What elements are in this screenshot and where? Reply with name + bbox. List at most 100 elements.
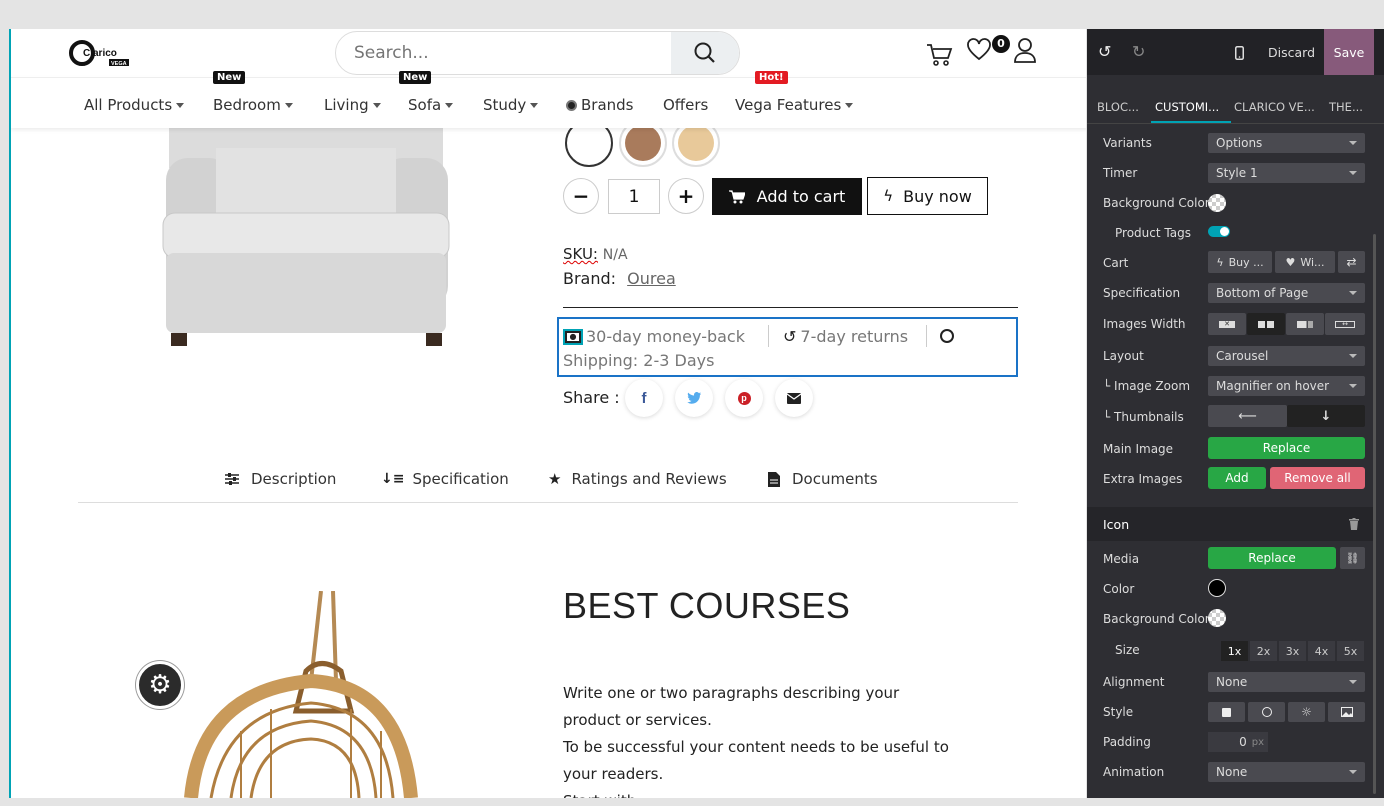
settings-floating-button[interactable]: ⚙: [136, 661, 184, 709]
layout-label: Layout: [1103, 349, 1144, 363]
size-label: Size: [1115, 643, 1140, 657]
thumbnails-left[interactable]: ⟵: [1208, 405, 1287, 427]
tab-documents[interactable]: Documents: [768, 470, 878, 488]
nav-sofa[interactable]: New Sofa: [399, 71, 454, 114]
save-button[interactable]: Save: [1324, 29, 1374, 75]
undo-icon[interactable]: ↺: [1098, 42, 1111, 61]
active-tab-indicator: [1151, 121, 1231, 123]
padding-value: 0: [1239, 735, 1247, 749]
image-zoom-select[interactable]: Magnifier on hover: [1208, 376, 1365, 396]
quantity-plus-button[interactable]: +: [668, 178, 704, 214]
cart-buy-option[interactable]: ϟ Buy ...: [1208, 251, 1272, 273]
tab-theme[interactable]: THE...: [1329, 100, 1363, 114]
size-2x[interactable]: 2x: [1250, 641, 1277, 661]
size-4x[interactable]: 4x: [1308, 641, 1335, 661]
add-to-cart-label: Add to cart: [756, 187, 846, 206]
nav-vega-features[interactable]: Hot! Vega Features: [735, 71, 854, 114]
cart-wishlist-option[interactable]: ♥ Wi...: [1275, 251, 1335, 273]
images-width-none[interactable]: ✕: [1208, 313, 1246, 335]
user-icon[interactable]: [1013, 37, 1037, 63]
main-image-replace-button[interactable]: Replace: [1208, 437, 1365, 459]
alignment-select[interactable]: None: [1208, 672, 1365, 692]
tab-label: Ratings and Reviews: [571, 470, 727, 488]
images-width-66[interactable]: [1286, 313, 1324, 335]
exchange-icon: ⇄: [1346, 255, 1357, 269]
discard-button[interactable]: Discard: [1268, 45, 1315, 60]
timer-select[interactable]: Style 1: [1208, 163, 1365, 183]
brands-dot-icon: [566, 100, 577, 111]
twitter-share-button[interactable]: [675, 379, 713, 417]
nav-all-products[interactable]: All Products: [84, 96, 185, 114]
padding-label: Padding: [1103, 735, 1151, 749]
nav-bedroom[interactable]: New Bedroom: [213, 71, 293, 114]
extra-images-label: Extra Images: [1103, 472, 1183, 486]
extra-images-add-button[interactable]: Add: [1208, 467, 1266, 489]
redo-icon[interactable]: ↻: [1132, 42, 1145, 61]
media-link-button[interactable]: ⛓: [1340, 547, 1365, 569]
size-1x[interactable]: 1x: [1221, 641, 1248, 661]
specification-select[interactable]: Bottom of Page: [1208, 283, 1365, 303]
nav-label: Vega Features: [735, 96, 842, 114]
cart-icon: [728, 189, 745, 203]
background-color-picker[interactable]: [1208, 194, 1226, 212]
facebook-share-button[interactable]: f: [625, 379, 663, 417]
animation-label: Animation: [1103, 765, 1165, 779]
width-none-icon: ✕: [1219, 320, 1235, 328]
color-picker[interactable]: [1208, 579, 1226, 597]
quantity-input[interactable]: 1: [608, 179, 660, 214]
nav-label: Bedroom: [213, 96, 281, 114]
nav-study[interactable]: Study: [483, 96, 539, 114]
heart-icon[interactable]: [966, 38, 992, 62]
padding-input[interactable]: 0 px: [1208, 732, 1268, 752]
search-button[interactable]: [671, 32, 739, 74]
caret-down-icon: [176, 103, 185, 108]
search-icon: [694, 42, 715, 63]
buy-now-label: Buy now: [903, 186, 972, 206]
brand-link[interactable]: Ourea: [627, 269, 676, 288]
nav-living[interactable]: Living: [324, 96, 381, 114]
style-circle[interactable]: [1248, 702, 1285, 722]
cart-label: Cart: [1103, 256, 1129, 270]
main-navigation: All Products New Bedroom Living New Sofa S…: [11, 71, 1086, 128]
tab-blocks[interactable]: BLOC...: [1097, 100, 1139, 114]
cart-compare-option[interactable]: ⇄: [1338, 251, 1365, 273]
variants-select[interactable]: Options: [1208, 133, 1365, 153]
pinterest-share-button[interactable]: p: [725, 379, 763, 417]
icon-background-color-picker[interactable]: [1208, 609, 1226, 627]
style-square[interactable]: [1208, 702, 1245, 722]
size-3x[interactable]: 3x: [1279, 641, 1306, 661]
tab-customize[interactable]: CUSTOMI...: [1155, 100, 1219, 114]
product-image[interactable]: [161, 128, 451, 350]
content-image[interactable]: [161, 590, 421, 798]
animation-select[interactable]: None: [1208, 762, 1365, 782]
style-shadow[interactable]: ☼: [1288, 702, 1325, 722]
thumbnails-bottom[interactable]: ↓: [1287, 405, 1365, 427]
cart-icon[interactable]: [925, 41, 953, 69]
guarantee-box[interactable]: ● 30-day money-back ↺ 7-day returns Ship…: [557, 317, 1018, 377]
images-width-50[interactable]: [1247, 313, 1285, 335]
media-replace-button[interactable]: Replace: [1208, 547, 1336, 569]
tab-clarico-vega[interactable]: CLARICO VE...: [1234, 100, 1315, 114]
product-tags-toggle[interactable]: [1208, 226, 1230, 237]
tab-ratings-reviews[interactable]: ★ Ratings and Reviews: [548, 470, 727, 488]
trash-icon[interactable]: [1349, 518, 1359, 530]
buy-now-button[interactable]: ϟ Buy now: [867, 177, 988, 215]
style-image[interactable]: [1328, 702, 1365, 722]
tab-description[interactable]: Description: [225, 470, 336, 488]
quantity-minus-button[interactable]: −: [563, 178, 599, 214]
email-share-button[interactable]: [775, 379, 813, 417]
logo[interactable]: Clarico VEGA: [69, 39, 133, 67]
layout-select[interactable]: Carousel: [1208, 346, 1365, 366]
nav-offers[interactable]: Offers: [663, 96, 708, 114]
images-width-full[interactable]: ↔: [1325, 313, 1365, 335]
mobile-preview-icon[interactable]: [1235, 46, 1244, 60]
panel-scrollbar[interactable]: [1373, 234, 1376, 794]
search-input[interactable]: [336, 32, 671, 74]
nav-brands[interactable]: Brands: [566, 96, 634, 114]
add-to-cart-button[interactable]: Add to cart: [712, 178, 862, 215]
extra-images-remove-all-button[interactable]: Remove all: [1270, 467, 1365, 489]
tab-specification[interactable]: ↓≡ Specification: [381, 470, 509, 488]
size-5x[interactable]: 5x: [1337, 641, 1364, 661]
nav-label: Brands: [581, 96, 634, 114]
width-full-icon: ↔: [1335, 320, 1355, 328]
